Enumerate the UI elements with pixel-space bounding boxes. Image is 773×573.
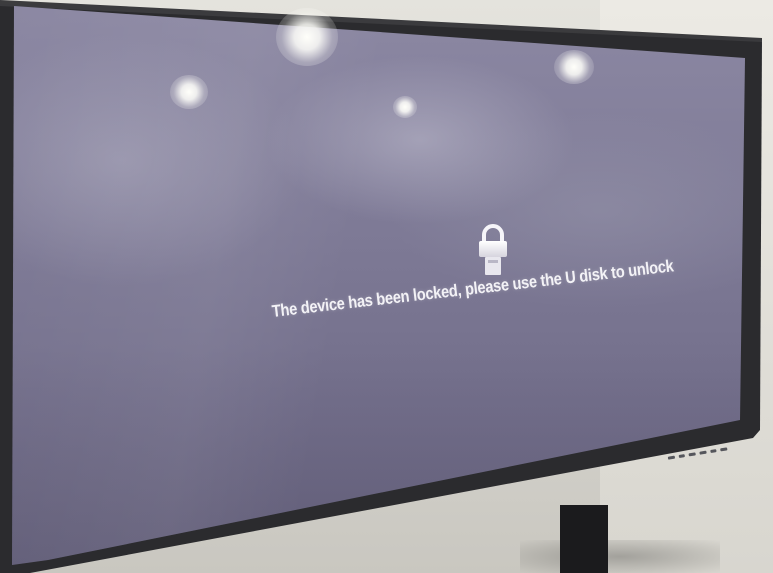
indicator-light xyxy=(667,455,675,460)
ceiling-light-reflection xyxy=(276,8,338,66)
stand-shadow xyxy=(520,540,720,573)
ceiling-light-reflection xyxy=(170,75,208,109)
indicator-light xyxy=(688,452,696,457)
ceiling-light-reflection xyxy=(393,96,417,118)
tv-stand xyxy=(560,505,608,573)
ceiling-light-reflection xyxy=(554,50,594,84)
indicator-light xyxy=(678,454,686,459)
photo-scene: The device has been locked, please use t… xyxy=(0,0,773,573)
indicator-light xyxy=(699,450,707,455)
indicator-light xyxy=(720,447,728,452)
lock-icon xyxy=(474,222,512,278)
indicator-light xyxy=(709,449,717,454)
